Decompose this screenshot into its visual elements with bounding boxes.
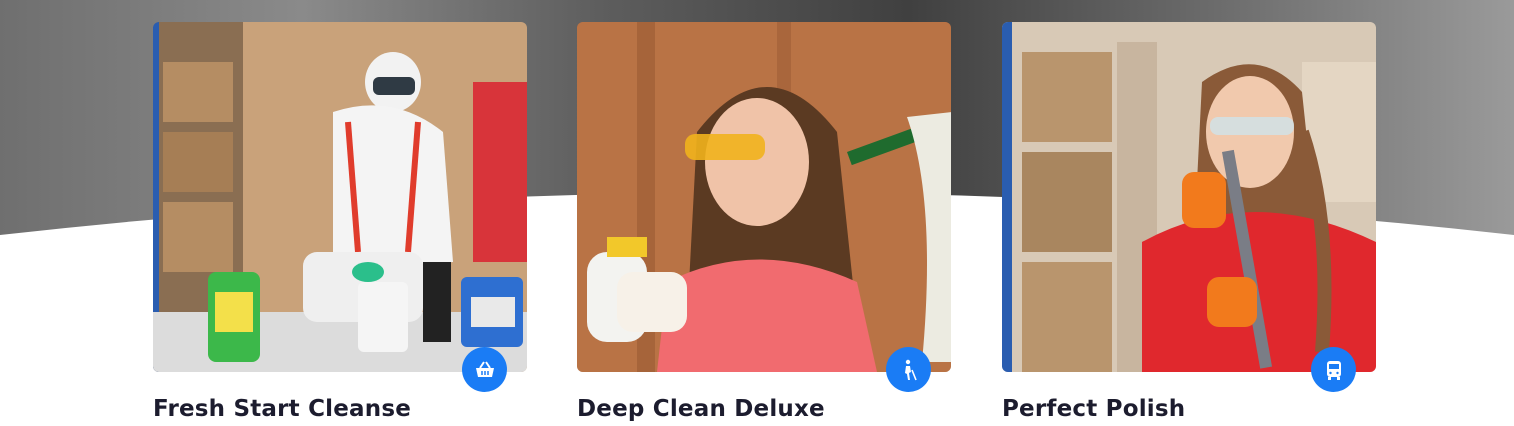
- service-photo-woman-with-mop: [577, 22, 951, 372]
- bus-icon[interactable]: [1311, 347, 1356, 392]
- service-card-deep-clean[interactable]: Deep Clean Deluxe: [577, 22, 951, 422]
- bus-icon-glyph: [1326, 360, 1341, 380]
- service-title[interactable]: Deep Clean Deluxe: [577, 396, 951, 422]
- person-with-cane-icon-glyph: [904, 359, 917, 380]
- service-card-fresh-start[interactable]: Fresh Start Cleanse: [153, 22, 527, 422]
- basket-icon[interactable]: [462, 347, 507, 392]
- person-with-cane-icon[interactable]: [886, 347, 931, 392]
- basket-icon-glyph: [475, 360, 494, 377]
- service-card-perfect-polish[interactable]: Perfect Polish: [1002, 22, 1376, 422]
- service-title[interactable]: Fresh Start Cleanse: [153, 396, 527, 422]
- service-title[interactable]: Perfect Polish: [1002, 396, 1376, 422]
- service-photo-woman-in-warehouse: [1002, 22, 1376, 372]
- service-photo-hazmat-worker: [153, 22, 527, 372]
